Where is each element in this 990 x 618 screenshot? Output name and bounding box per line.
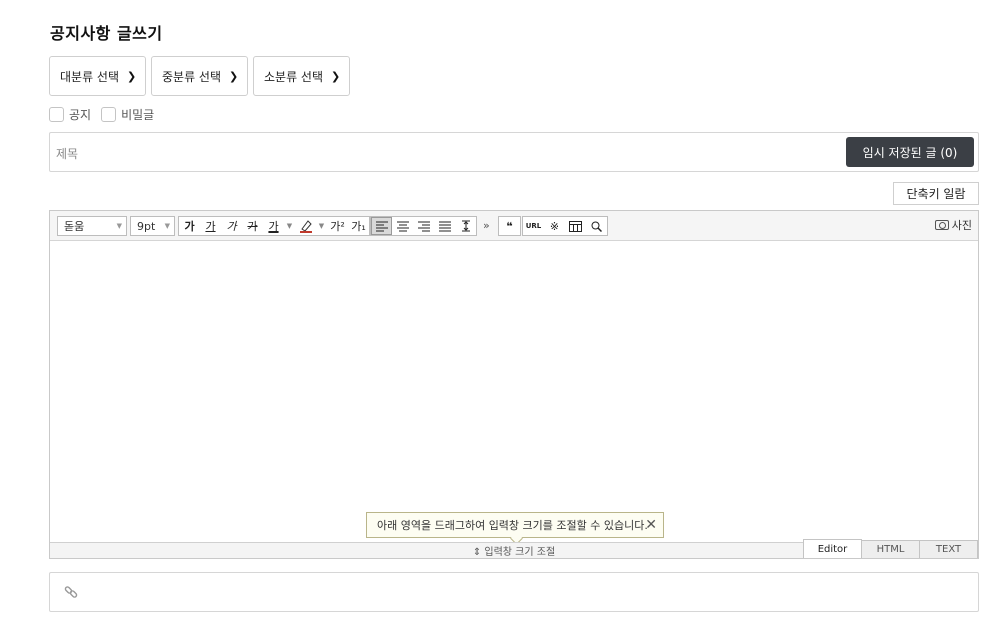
category-select-middle[interactable]: 중분류 선택 ❯ bbox=[151, 56, 248, 96]
category-select-minor[interactable]: 소분류 선택 ❯ bbox=[253, 56, 350, 96]
insert-group: URL ※ bbox=[522, 216, 608, 236]
search-icon[interactable] bbox=[586, 217, 607, 235]
subscript-button[interactable]: 가₁ bbox=[348, 217, 369, 235]
title-field[interactable]: 제목 임시 저장된 글 (0) bbox=[49, 132, 979, 172]
editor-mode-tabs: Editor HTML TEXT bbox=[803, 539, 978, 558]
link-icon bbox=[64, 586, 78, 598]
font-family-value: 돋움 bbox=[64, 220, 85, 233]
draft-button[interactable]: 임시 저장된 글 (0) bbox=[846, 137, 974, 167]
quote-group: ❝ bbox=[498, 216, 521, 236]
post-options: 공지 비밀글 bbox=[49, 106, 164, 123]
underline-button[interactable]: 가 bbox=[200, 217, 221, 235]
title-input[interactable]: 제목 bbox=[56, 145, 78, 162]
resize-tooltip: 아래 영역을 드래그하여 입력창 크기를 조절할 수 있습니다. ✕ bbox=[366, 512, 664, 538]
category-select-major[interactable]: 대분류 선택 ❯ bbox=[49, 56, 146, 96]
quote-icon[interactable]: ❝ bbox=[499, 217, 520, 235]
more-tools-icon[interactable]: » bbox=[483, 219, 490, 232]
category-select-label: 대분류 선택 bbox=[60, 69, 120, 84]
font-size-value: 9pt bbox=[137, 219, 156, 233]
font-family-select[interactable]: 돋움 ▼ bbox=[57, 216, 127, 236]
align-right-icon[interactable] bbox=[413, 217, 434, 235]
page-title: 공지사항 글쓰기 bbox=[50, 24, 163, 43]
tab-text[interactable]: TEXT bbox=[919, 540, 978, 558]
resize-tooltip-text: 아래 영역을 드래그하여 입력창 크기를 조절할 수 있습니다. bbox=[377, 519, 648, 532]
text-style-group: 가 가 가 가 가 ▼ ▼ 가² 가₁ bbox=[178, 216, 370, 236]
shortcut-list-button[interactable]: 단축키 일람 bbox=[893, 182, 979, 205]
font-size-select[interactable]: 9pt ▼ bbox=[130, 216, 175, 236]
triangle-down-icon: ▼ bbox=[164, 222, 170, 230]
chevron-down-icon: ❯ bbox=[229, 69, 239, 83]
chevron-down-icon: ❯ bbox=[127, 69, 137, 83]
highlight-dropdown-icon[interactable]: ▼ bbox=[316, 217, 327, 235]
align-justify-icon[interactable] bbox=[434, 217, 455, 235]
category-select-label: 소분류 선택 bbox=[264, 69, 324, 84]
align-center-icon[interactable] bbox=[392, 217, 413, 235]
line-height-icon[interactable] bbox=[455, 217, 476, 235]
align-group bbox=[370, 216, 477, 236]
editor-toolbar: 돋움 ▼ 9pt ▼ 가 가 가 가 가 ▼ ▼ 가² 가₁ » ❝ URL ※… bbox=[50, 211, 978, 241]
bold-button[interactable]: 가 bbox=[179, 217, 200, 235]
font-color-button[interactable]: 가 bbox=[263, 217, 284, 235]
close-icon[interactable]: ✕ bbox=[645, 517, 657, 533]
category-selects: 대분류 선택 ❯ 중분류 선택 ❯ 소분류 선택 ❯ bbox=[49, 56, 350, 96]
superscript-button[interactable]: 가² bbox=[327, 217, 348, 235]
tab-html[interactable]: HTML bbox=[861, 540, 920, 558]
resize-handle-label: ⇕ 입력창 크기 조절 bbox=[472, 547, 556, 558]
notice-checkbox[interactable] bbox=[49, 107, 64, 122]
photo-label: 사진 bbox=[951, 219, 972, 232]
font-color-dropdown-icon[interactable]: ▼ bbox=[284, 217, 295, 235]
highlight-color-icon[interactable] bbox=[295, 217, 316, 235]
secret-option[interactable]: 비밀글 bbox=[101, 106, 154, 123]
notice-label: 공지 bbox=[69, 108, 92, 122]
triangle-down-icon: ▼ bbox=[116, 222, 122, 230]
editor-content-area[interactable] bbox=[50, 241, 978, 541]
camera-icon bbox=[934, 220, 949, 230]
photo-button[interactable]: 사진 bbox=[934, 217, 972, 233]
chevron-down-icon: ❯ bbox=[331, 69, 341, 83]
tab-editor[interactable]: Editor bbox=[803, 539, 862, 558]
secret-label: 비밀글 bbox=[121, 108, 155, 122]
notice-option[interactable]: 공지 bbox=[49, 106, 91, 123]
url-link-button[interactable]: URL bbox=[523, 217, 544, 235]
italic-button[interactable]: 가 bbox=[221, 217, 242, 235]
link-field[interactable] bbox=[49, 572, 979, 612]
align-left-icon[interactable] bbox=[371, 217, 392, 235]
rich-text-editor: 돋움 ▼ 9pt ▼ 가 가 가 가 가 ▼ ▼ 가² 가₁ » ❝ URL ※… bbox=[49, 210, 979, 559]
strikethrough-button[interactable]: 가 bbox=[242, 217, 263, 235]
special-char-button[interactable]: ※ bbox=[544, 217, 565, 235]
category-select-label: 중분류 선택 bbox=[162, 69, 222, 84]
table-icon[interactable] bbox=[565, 217, 586, 235]
secret-checkbox[interactable] bbox=[101, 107, 117, 122]
